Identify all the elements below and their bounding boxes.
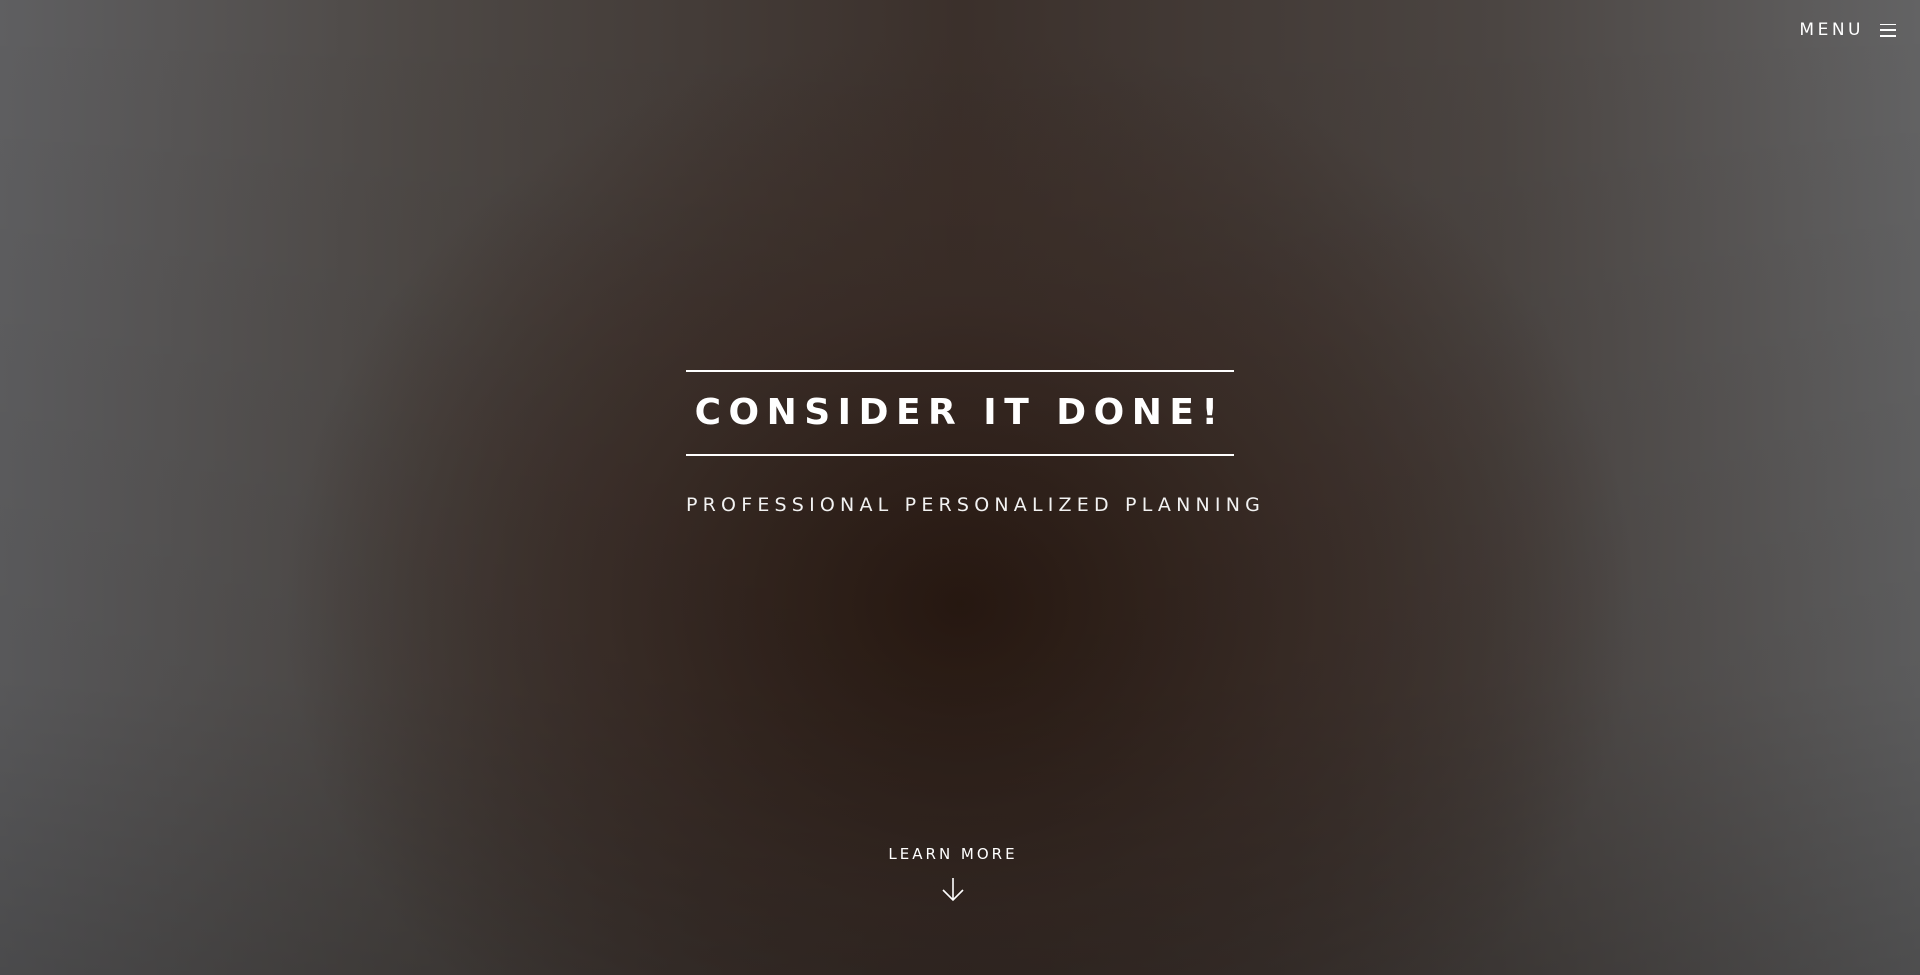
headline-bottom-rule [686,454,1234,456]
hero-headline: CONSIDER IT DONE! [694,392,1226,433]
hero-subtitle: PROFESSIONAL PERSONALIZED PLANNING [686,494,1266,516]
menu-button[interactable]: MENU [1799,20,1896,40]
arrow-down-icon [942,878,964,902]
learn-more-label: LEARN MORE [888,845,1018,863]
hero-section: CONSIDER IT DONE! PROFESSIONAL PERSONALI… [686,370,1266,516]
menu-label: MENU [1799,20,1864,40]
learn-more-link[interactable]: LEARN MORE [860,845,1046,903]
hamburger-icon [1880,23,1896,37]
hero-page: MENU CONSIDER IT DONE! PROFESSIONAL PERS… [0,0,1920,975]
